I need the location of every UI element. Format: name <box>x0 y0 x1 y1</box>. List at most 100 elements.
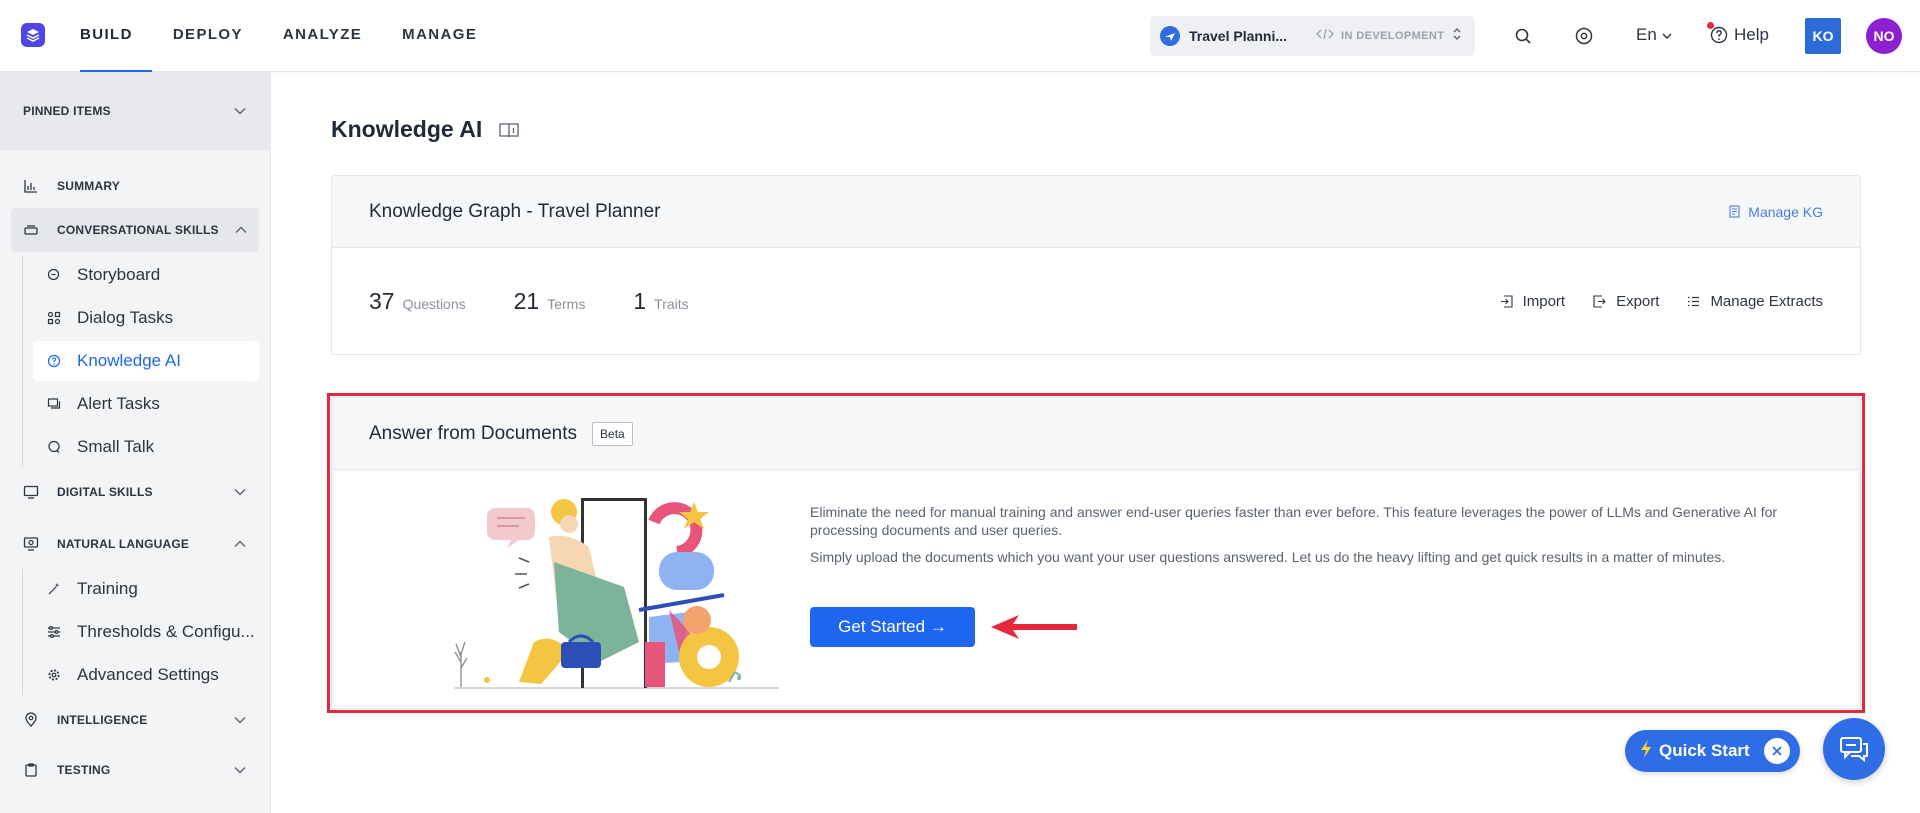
manage-kg-label: Manage KG <box>1748 203 1823 220</box>
workspace-avatar[interactable]: KO <box>1805 18 1841 54</box>
alert-tasks-label: Alert Tasks <box>77 394 160 413</box>
manage-extracts-button[interactable]: Manage Extracts <box>1687 293 1823 310</box>
sidebar-section-conversational-skills[interactable]: CONVERSATIONAL SKILLS <box>11 208 259 252</box>
chevron-down-icon <box>234 717 246 724</box>
beta-badge: Beta <box>592 421 633 446</box>
platform-logo-icon[interactable] <box>21 23 45 47</box>
tab-build[interactable]: BUILD <box>60 0 153 72</box>
main-nav-tabs: BUILD DEPLOY ANALYZE MANAGE <box>60 0 497 72</box>
answer-from-documents-header: Answer from Documents Beta <box>332 398 1860 470</box>
sidebar-item-storyboard[interactable]: Storyboard <box>33 255 259 295</box>
app-plane-icon <box>1160 26 1180 46</box>
description-paragraph-2: Simply upload the documents which you wa… <box>810 549 1726 565</box>
small-talk-label: Small Talk <box>77 437 155 456</box>
search-icon[interactable] <box>1511 24 1535 48</box>
training-wand-icon <box>47 582 63 596</box>
quick-start-label: Quick Start <box>1659 741 1750 760</box>
natural-language-label: NATURAL LANGUAGE <box>57 537 190 551</box>
sidebar-item-summary[interactable]: SUMMARY <box>0 164 270 208</box>
testing-label: TESTING <box>57 763 111 777</box>
answer-from-documents-description: Eliminate the need for manual training a… <box>810 503 1800 566</box>
settings-target-icon[interactable] <box>1572 24 1596 48</box>
sidebar-section-testing[interactable]: TESTING <box>0 748 270 792</box>
storyboard-label: Storyboard <box>77 265 161 284</box>
description-paragraph-1: Eliminate the need for manual training a… <box>810 504 1778 538</box>
knowledge-graph-card: Knowledge Graph - Travel Planner Manage … <box>331 175 1861 355</box>
chat-bot-button[interactable] <box>1823 718 1885 780</box>
get-started-button[interactable]: Get Started → <box>810 607 975 647</box>
chevron-down-icon <box>234 767 246 774</box>
digital-skills-label: DIGITAL SKILLS <box>57 485 153 499</box>
sidebar-section-natural-language[interactable]: NATURAL LANGUAGE <box>0 522 270 566</box>
stat-questions: 37 Questions <box>369 288 466 315</box>
sidebar-item-alert-tasks[interactable]: Alert Tasks <box>33 384 259 424</box>
sidebar-item-dialog-tasks[interactable]: Dialog Tasks <box>33 298 259 338</box>
export-label: Export <box>1616 293 1660 310</box>
help-label: Help <box>1734 25 1769 44</box>
answer-from-documents-title: Answer from Documents <box>369 422 578 444</box>
chevron-down-icon <box>234 108 246 115</box>
chevron-down-icon <box>1662 33 1672 39</box>
tab-deploy[interactable]: DEPLOY <box>153 0 263 72</box>
app-switcher[interactable]: Travel Planni... IN DEVELOPMENT <box>1150 16 1475 56</box>
knowledge-graph-actions: Import Export Manage Extracts <box>1500 293 1823 310</box>
knowledge-ai-label: Knowledge AI <box>77 351 181 370</box>
manage-extracts-label: Manage Extracts <box>1710 293 1823 310</box>
chat-icon <box>1840 737 1868 762</box>
sidebar-section-digital-skills[interactable]: DIGITAL SKILLS <box>0 470 270 514</box>
stat-traits: 1 Traits <box>633 288 688 315</box>
knowledge-graph-title: Knowledge Graph - Travel Planner <box>369 200 661 222</box>
import-button[interactable]: Import <box>1500 293 1565 310</box>
tab-manage[interactable]: MANAGE <box>382 0 497 72</box>
conversation-stack-icon <box>23 222 43 238</box>
gear-icon <box>47 668 63 682</box>
question-circle-icon <box>47 354 63 368</box>
language-selector[interactable]: En <box>1636 25 1672 45</box>
list-icon <box>1688 296 1700 307</box>
close-icon[interactable] <box>1764 738 1790 764</box>
stat-terms-label: Terms <box>547 296 586 312</box>
main-content: Knowledge AI Knowledge Graph - Travel Pl… <box>272 72 1920 813</box>
dialog-tasks-label: Dialog Tasks <box>77 308 174 327</box>
import-icon <box>1500 295 1513 308</box>
monitor-icon <box>23 484 43 500</box>
sidebar-item-thresholds[interactable]: Thresholds & Configu... <box>33 612 259 652</box>
page-title-text: Knowledge AI <box>331 116 483 142</box>
knowledge-graph-header: Knowledge Graph - Travel Planner Manage … <box>332 176 1860 248</box>
app-name: Travel Planni... <box>1189 28 1288 44</box>
export-button[interactable]: Export <box>1593 293 1659 310</box>
pinned-items-section[interactable]: PINNED ITEMS <box>0 72 270 150</box>
natural-language-icon <box>23 536 43 552</box>
chevron-down-icon <box>234 489 246 496</box>
dialog-tasks-icon <box>47 311 63 325</box>
answer-from-documents-card: Answer from Documents Beta Eliminate the… <box>331 397 1861 709</box>
stat-terms: 21 Terms <box>514 288 586 315</box>
code-icon <box>1315 27 1335 46</box>
sidebar-item-small-talk[interactable]: Small Talk <box>33 427 259 467</box>
thresholds-label: Thresholds & Configu... <box>77 622 255 641</box>
storyboard-icon <box>47 268 63 282</box>
quick-start-widget[interactable]: Quick Start <box>1625 730 1800 772</box>
intelligence-label: INTELLIGENCE <box>57 713 148 727</box>
lightning-icon <box>1639 739 1653 764</box>
book-info-icon[interactable] <box>498 121 520 139</box>
user-avatar[interactable]: NO <box>1866 18 1902 54</box>
manage-kg-link[interactable]: Manage KG <box>1729 204 1823 220</box>
sidebar-item-knowledge-ai[interactable]: Knowledge AI <box>33 341 259 381</box>
language-label: En <box>1636 25 1657 44</box>
sidebar-item-advanced-settings[interactable]: Advanced Settings <box>33 655 259 695</box>
chat-bubble-icon <box>47 440 63 454</box>
export-icon <box>1593 295 1606 308</box>
help-button[interactable]: Help <box>1707 22 1769 45</box>
sidebar: PINNED ITEMS SUMMARY CONVERSATIONAL SKIL… <box>0 72 271 813</box>
tab-analyze[interactable]: ANALYZE <box>263 0 382 72</box>
app-status-label: IN DEVELOPMENT <box>1341 30 1445 42</box>
sidebar-section-intelligence[interactable]: INTELLIGENCE <box>0 698 270 742</box>
chevron-up-icon <box>235 226 247 233</box>
sliders-icon <box>47 625 63 639</box>
sidebar-item-training[interactable]: Training <box>33 569 259 609</box>
page-title: Knowledge AI <box>331 116 520 143</box>
document-icon <box>1729 205 1740 218</box>
answer-from-documents-body: Eliminate the need for manual training a… <box>332 470 1860 708</box>
stat-traits-label: Traits <box>654 296 689 312</box>
